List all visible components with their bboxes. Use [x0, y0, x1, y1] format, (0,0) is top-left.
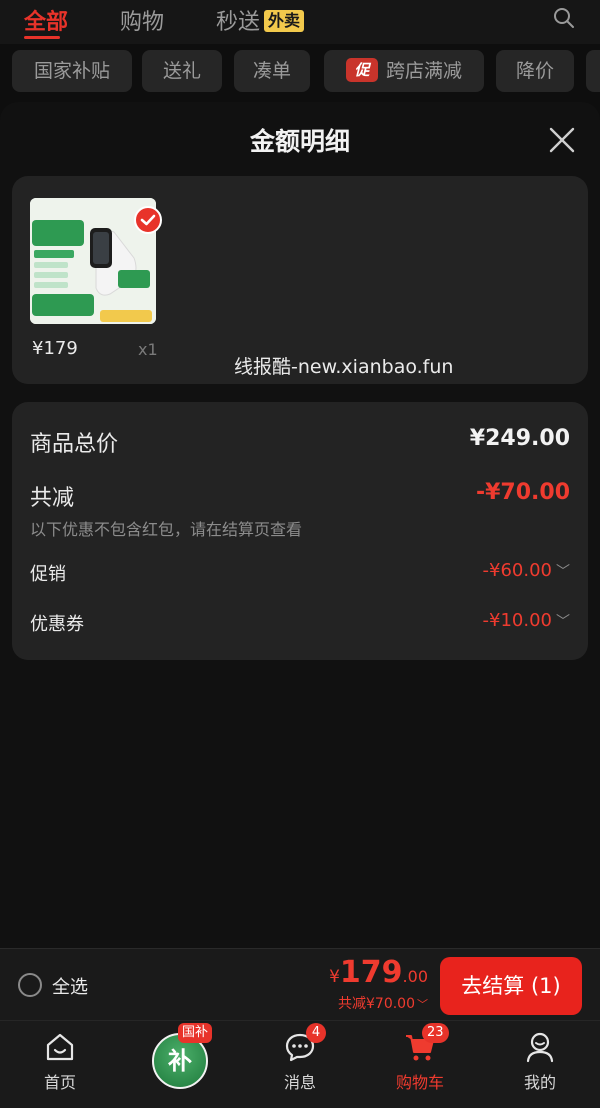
chip-cross-store-label: 跨店满减 [385, 60, 462, 82]
nav-cart[interactable]: 23 购物车 [360, 1021, 480, 1108]
discount-total-label: 共减 [30, 486, 75, 511]
nav-me[interactable]: 我的 [480, 1021, 600, 1108]
saved-amount: 共减¥70.00 [338, 996, 415, 1012]
promotion-row[interactable]: -¥60.00 ﹀ [483, 560, 570, 581]
chip-national-subsidy[interactable]: 国家补贴 [12, 50, 132, 92]
takeout-badge: 外卖 [264, 10, 305, 32]
nav-me-label: 我的 [523, 1073, 556, 1092]
sheet-title: 金额明细 [249, 127, 350, 156]
nav-home[interactable]: 首页 [0, 1021, 120, 1108]
product-quantity: x1 [138, 340, 158, 359]
nav-home-label: 首页 [43, 1073, 76, 1092]
checkout-button[interactable]: 去结算 (1) [440, 957, 582, 1015]
coupon-row[interactable]: -¥10.00 ﹀ [483, 610, 570, 631]
total-price-label: 商品总价 [30, 432, 119, 457]
home-icon [46, 1033, 74, 1061]
messages-badge: 4 [306, 1023, 326, 1043]
product-price: ¥179 [32, 338, 78, 359]
nav-subsidy[interactable]: 补 国补 [120, 1021, 240, 1108]
select-all-label[interactable]: 全选 [52, 973, 88, 999]
tab-active-indicator [24, 36, 60, 39]
tab-express[interactable]: 秒送 外卖 [216, 4, 305, 36]
total-amount: ¥179.00 [329, 955, 428, 990]
tab-all[interactable]: 全部 [24, 4, 68, 36]
checkout-bar: 全选 ¥179.00 共减¥70.00 ﹀ 去结算 (1) [0, 948, 600, 1020]
promo-tag-icon: 促 [345, 58, 378, 82]
search-icon[interactable] [552, 6, 576, 30]
top-tab-bar: 全部 购物 秒送 外卖 [0, 0, 600, 44]
nav-messages[interactable]: 4 消息 [240, 1021, 360, 1108]
total-price-value: ¥249.00 [469, 426, 570, 451]
filter-chip-row: 国家补贴 送礼 凑单 促跨店满减 降价 [0, 50, 600, 94]
coupon-label: 优惠券 [30, 614, 84, 635]
promotion-label: 促销 [30, 564, 66, 585]
product-card: ¥179 x1 线报酷-new.xianbao.fun [12, 176, 588, 384]
tab-express-label: 秒送 [216, 10, 261, 35]
promotion-value: -¥60.00 [482, 560, 552, 581]
select-all-radio[interactable] [18, 973, 42, 997]
price-breakdown-card: 商品总价 ¥249.00 共减 -¥70.00 以下优惠不包含红包，请在结算页查… [12, 402, 588, 660]
chip-overflow[interactable] [586, 50, 600, 92]
discount-total-value: -¥70.00 [475, 480, 570, 505]
bottom-nav: 首页 补 国补 4 消息 23 购物车 我的 [0, 1020, 600, 1108]
amount-integer: 179 [339, 955, 403, 990]
close-icon[interactable] [548, 126, 576, 154]
chevron-down-icon: ﹀ [417, 998, 428, 1011]
chevron-down-icon: ﹀ [556, 614, 570, 630]
cart-badge: 23 [422, 1023, 449, 1043]
nav-cart-label: 购物车 [395, 1073, 444, 1092]
amount-decimal: .00 [402, 967, 428, 986]
profile-icon [526, 1032, 554, 1063]
subsidy-badge: 国补 [178, 1023, 213, 1043]
discount-note: 以下优惠不包含红包，请在结算页查看 [30, 520, 303, 539]
amount-detail-sheet: 金额明细 ¥179 x1 线报酷-new.xianbao.fun 商品总价 ¥2… [0, 102, 600, 948]
saved-amount-toggle[interactable]: 共减¥70.00 ﹀ [338, 993, 428, 1013]
chip-bundle[interactable]: 凑单 [234, 50, 310, 92]
selected-check-icon [134, 206, 162, 234]
currency-symbol: ¥ [329, 967, 340, 987]
coupon-value: -¥10.00 [482, 610, 552, 631]
nav-messages-label: 消息 [283, 1073, 316, 1092]
tab-shopping[interactable]: 购物 [120, 4, 164, 36]
watermark: 线报酷-new.xianbao.fun [234, 356, 454, 378]
chip-cross-store-discount[interactable]: 促跨店满减 [324, 50, 484, 92]
chip-gift[interactable]: 送礼 [142, 50, 222, 92]
chevron-down-icon: ﹀ [556, 564, 570, 580]
chip-price-drop[interactable]: 降价 [496, 50, 574, 92]
